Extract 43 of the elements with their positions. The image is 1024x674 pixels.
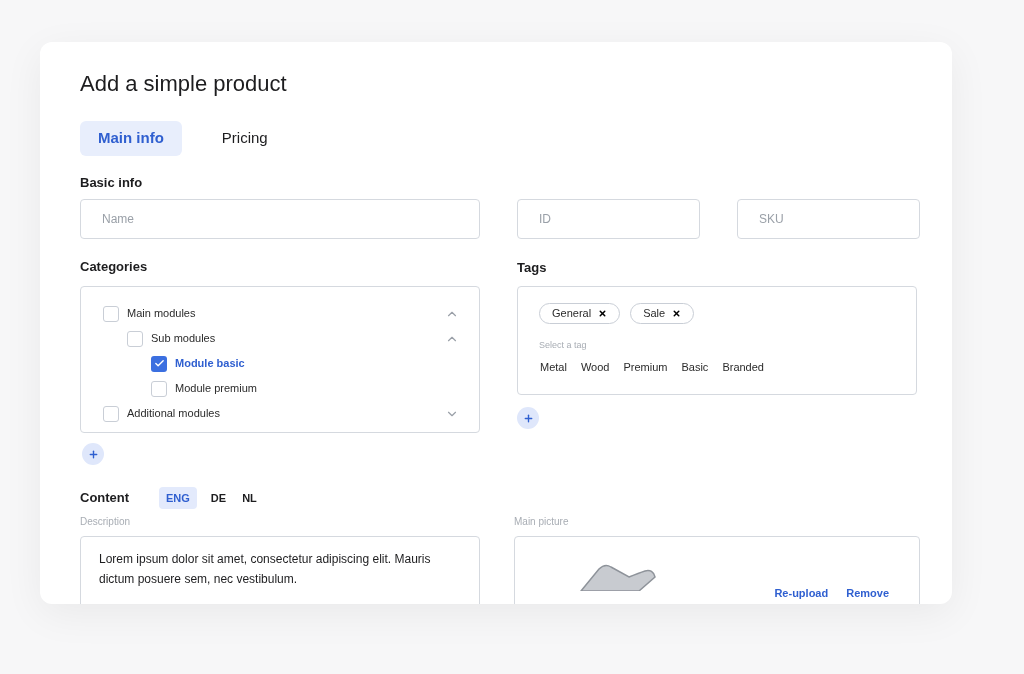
- picture-action-link[interactable]: Re-upload: [774, 585, 829, 601]
- tag-select-label: Select a tag: [539, 339, 588, 352]
- language-tab[interactable]: DE: [207, 487, 230, 509]
- remove-icon[interactable]: [672, 309, 682, 318]
- checkbox[interactable]: [103, 405, 119, 422]
- tag-option[interactable]: Wood: [580, 358, 610, 375]
- add-button[interactable]: [517, 407, 539, 429]
- tag-option[interactable]: Metal: [540, 358, 567, 375]
- section-heading: Content: [80, 489, 131, 508]
- tab[interactable]: Main info: [80, 121, 182, 156]
- category-label: Sub modules: [151, 331, 216, 347]
- field-label: Main picture: [514, 515, 570, 529]
- name-field[interactable]: Name: [80, 198, 480, 239]
- section-heading: Basic info: [80, 174, 144, 192]
- picture-action-link[interactable]: Remove: [846, 585, 889, 601]
- category-label: Main modules: [127, 306, 196, 322]
- checkbox[interactable]: [151, 380, 167, 397]
- category-label: Module premium: [175, 381, 257, 397]
- language-tab[interactable]: ENG: [159, 487, 197, 509]
- description-field[interactable]: Lorem ipsum dolor sit amet, consectetur adipiscing elit. Mauris dictum posuere sem, nec vestibulum.: [80, 536, 480, 604]
- checkbox[interactable]: [151, 355, 167, 372]
- page-title: Add a simple product: [80, 70, 288, 98]
- section-heading: Categories: [80, 257, 149, 276]
- tag-label: Sale: [643, 306, 666, 322]
- tag-label: General: [552, 306, 592, 322]
- category-label: Additional modules: [127, 406, 220, 422]
- remove-icon[interactable]: [598, 309, 608, 318]
- checkbox[interactable]: [103, 305, 119, 322]
- field-label: Description: [80, 515, 132, 529]
- tag-option[interactable]: Branded: [722, 358, 764, 375]
- id-field[interactable]: ID: [517, 198, 700, 239]
- sku-field[interactable]: SKU: [737, 198, 920, 239]
- language-tab[interactable]: NL: [239, 487, 260, 509]
- plus-icon: [87, 448, 99, 460]
- check-icon: [153, 358, 165, 369]
- add-button[interactable]: [82, 443, 104, 465]
- section-heading: Tags: [517, 258, 548, 277]
- checkbox[interactable]: [127, 330, 143, 347]
- plus-icon: [522, 412, 534, 424]
- tab[interactable]: Pricing: [201, 121, 288, 156]
- tag-option[interactable]: Basic: [681, 358, 709, 375]
- category-label: Module basic: [175, 356, 245, 372]
- tag-option[interactable]: Premium: [623, 358, 668, 375]
